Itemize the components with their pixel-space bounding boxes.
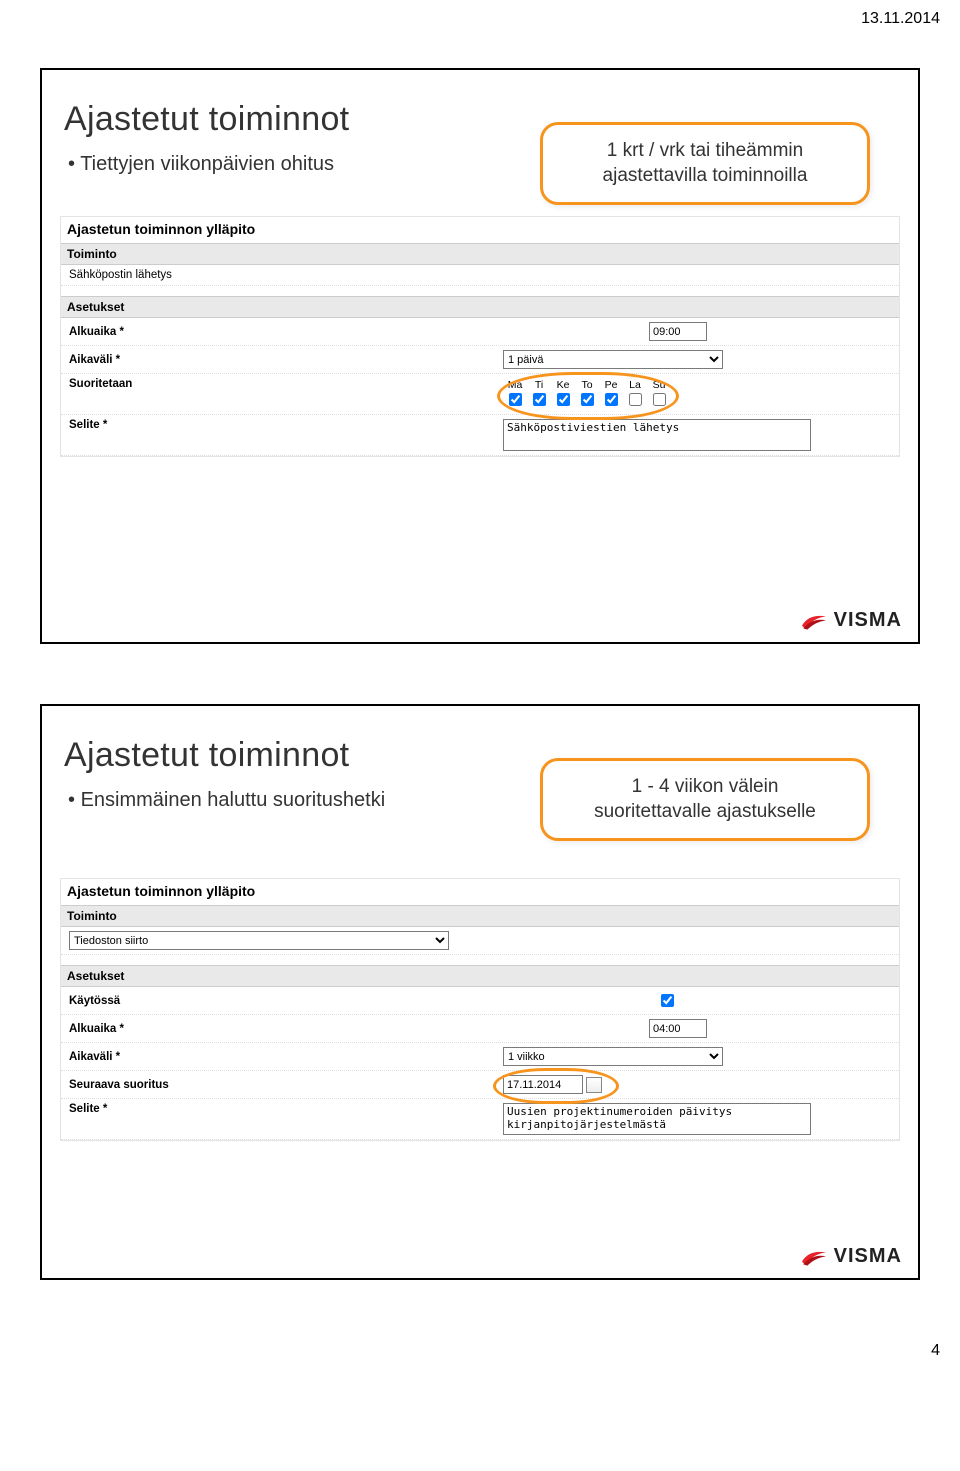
days-picker: Ma Ti Ke To Pe La Su <box>503 378 671 410</box>
selite-textarea[interactable]: Sähköpostiviestien lähetys <box>503 419 811 451</box>
form2-title: Ajastetun toiminnon ylläpito <box>61 879 899 905</box>
visma-logo-2: VISMA <box>800 1245 902 1268</box>
toiminto-select[interactable]: Tiedoston siirto <box>69 931 449 950</box>
check-ti[interactable] <box>533 393 546 406</box>
selite2-textarea[interactable]: Uusien projektinumeroiden päivitys kirja… <box>503 1103 811 1135</box>
day-to: To <box>575 378 599 392</box>
page-date: 13.11.2014 <box>0 0 960 28</box>
callout-line2: ajastettavilla toiminnoilla <box>603 165 808 186</box>
day-ti: Ti <box>527 378 551 392</box>
section-toiminto: Toiminto <box>61 243 899 265</box>
row2-selite: Selite * Uusien projektinumeroiden päivi… <box>61 1099 899 1140</box>
suoritetaan-label: Suoritetaan <box>69 378 179 390</box>
section2-asetukset: Asetukset <box>61 965 899 987</box>
day-ke: Ke <box>551 378 575 392</box>
selite2-label: Selite * <box>69 1103 179 1115</box>
seuraava-date-input[interactable] <box>503 1075 583 1094</box>
aikavali2-label: Aikaväli * <box>69 1051 179 1063</box>
alkuaika2-label: Alkuaika * <box>69 1023 179 1035</box>
visma-swoosh-icon <box>800 1247 828 1267</box>
callout2-line2: suoritettavalle ajastukselle <box>594 801 816 822</box>
callout-line1: 1 krt / vrk tai tiheämmin <box>607 140 803 161</box>
visma-logo: VISMA <box>800 609 902 632</box>
visma-swoosh-icon <box>800 611 828 631</box>
row2-seuraava: Seuraava suoritus <box>61 1071 899 1099</box>
aikavali-select[interactable]: 1 päivä <box>503 350 723 369</box>
calendar-icon[interactable] <box>586 1077 602 1093</box>
form-title: Ajastetun toiminnon ylläpito <box>61 217 899 243</box>
alkuaika2-input[interactable] <box>649 1019 707 1038</box>
row2-alkuaika: Alkuaika * <box>61 1015 899 1043</box>
visma-text-2: VISMA <box>834 1245 902 1268</box>
slide2-callout: 1 - 4 viikon välein suoritettavalle ajas… <box>540 758 870 841</box>
section-asetukset: Asetukset <box>61 296 899 318</box>
row-aikavali: Aikaväli * 1 päivä <box>61 346 899 374</box>
day-pe: Pe <box>599 378 623 392</box>
check-pe[interactable] <box>605 393 618 406</box>
seuraava-label: Seuraava suoritus <box>69 1079 209 1091</box>
callout2-line1: 1 - 4 viikon välein <box>632 776 779 797</box>
day-su: Su <box>647 378 671 392</box>
slide-1: Ajastetut toiminnot Tiettyjen viikonpäiv… <box>40 68 920 644</box>
slide1-callout: 1 krt / vrk tai tiheämmin ajastettavilla… <box>540 122 870 205</box>
row-alkuaika: Alkuaika * <box>61 318 899 346</box>
kaytossa-checkbox[interactable] <box>661 994 674 1007</box>
row-selite: Selite * Sähköpostiviestien lähetys <box>61 415 899 456</box>
row-suoritetaan: Suoritetaan Ma Ti Ke To Pe La Su <box>61 374 899 415</box>
toiminto-value: Sähköpostin lähetys <box>69 269 172 281</box>
check-ma[interactable] <box>509 393 522 406</box>
slide2-form: Ajastetun toiminnon ylläpito Toiminto Ti… <box>60 878 900 1141</box>
row-toiminto-value: Sähköpostin lähetys <box>61 265 899 286</box>
visma-text: VISMA <box>834 609 902 632</box>
aikavali2-select[interactable]: 1 viikko <box>503 1047 723 1066</box>
selite-label: Selite * <box>69 419 179 431</box>
row2-aikavali: Aikaväli * 1 viikko <box>61 1043 899 1071</box>
check-la[interactable] <box>629 393 642 406</box>
slide1-form: Ajastetun toiminnon ylläpito Toiminto Sä… <box>60 216 900 457</box>
check-su[interactable] <box>653 393 666 406</box>
slide-2: Ajastetut toiminnot Ensimmäinen haluttu … <box>40 704 920 1280</box>
alkuaika-input[interactable] <box>649 322 707 341</box>
day-la: La <box>623 378 647 392</box>
row2-kaytossa: Käytössä <box>61 987 899 1015</box>
aikavali-label: Aikaväli * <box>69 354 179 366</box>
alkuaika-label: Alkuaika * <box>69 326 179 338</box>
row2-toiminto: Tiedoston siirto <box>61 927 899 955</box>
kaytossa-label: Käytössä <box>69 995 179 1007</box>
check-ke[interactable] <box>557 393 570 406</box>
page-number: 4 <box>0 1340 960 1370</box>
section2-toiminto: Toiminto <box>61 905 899 927</box>
check-to[interactable] <box>581 393 594 406</box>
day-ma: Ma <box>503 378 527 392</box>
